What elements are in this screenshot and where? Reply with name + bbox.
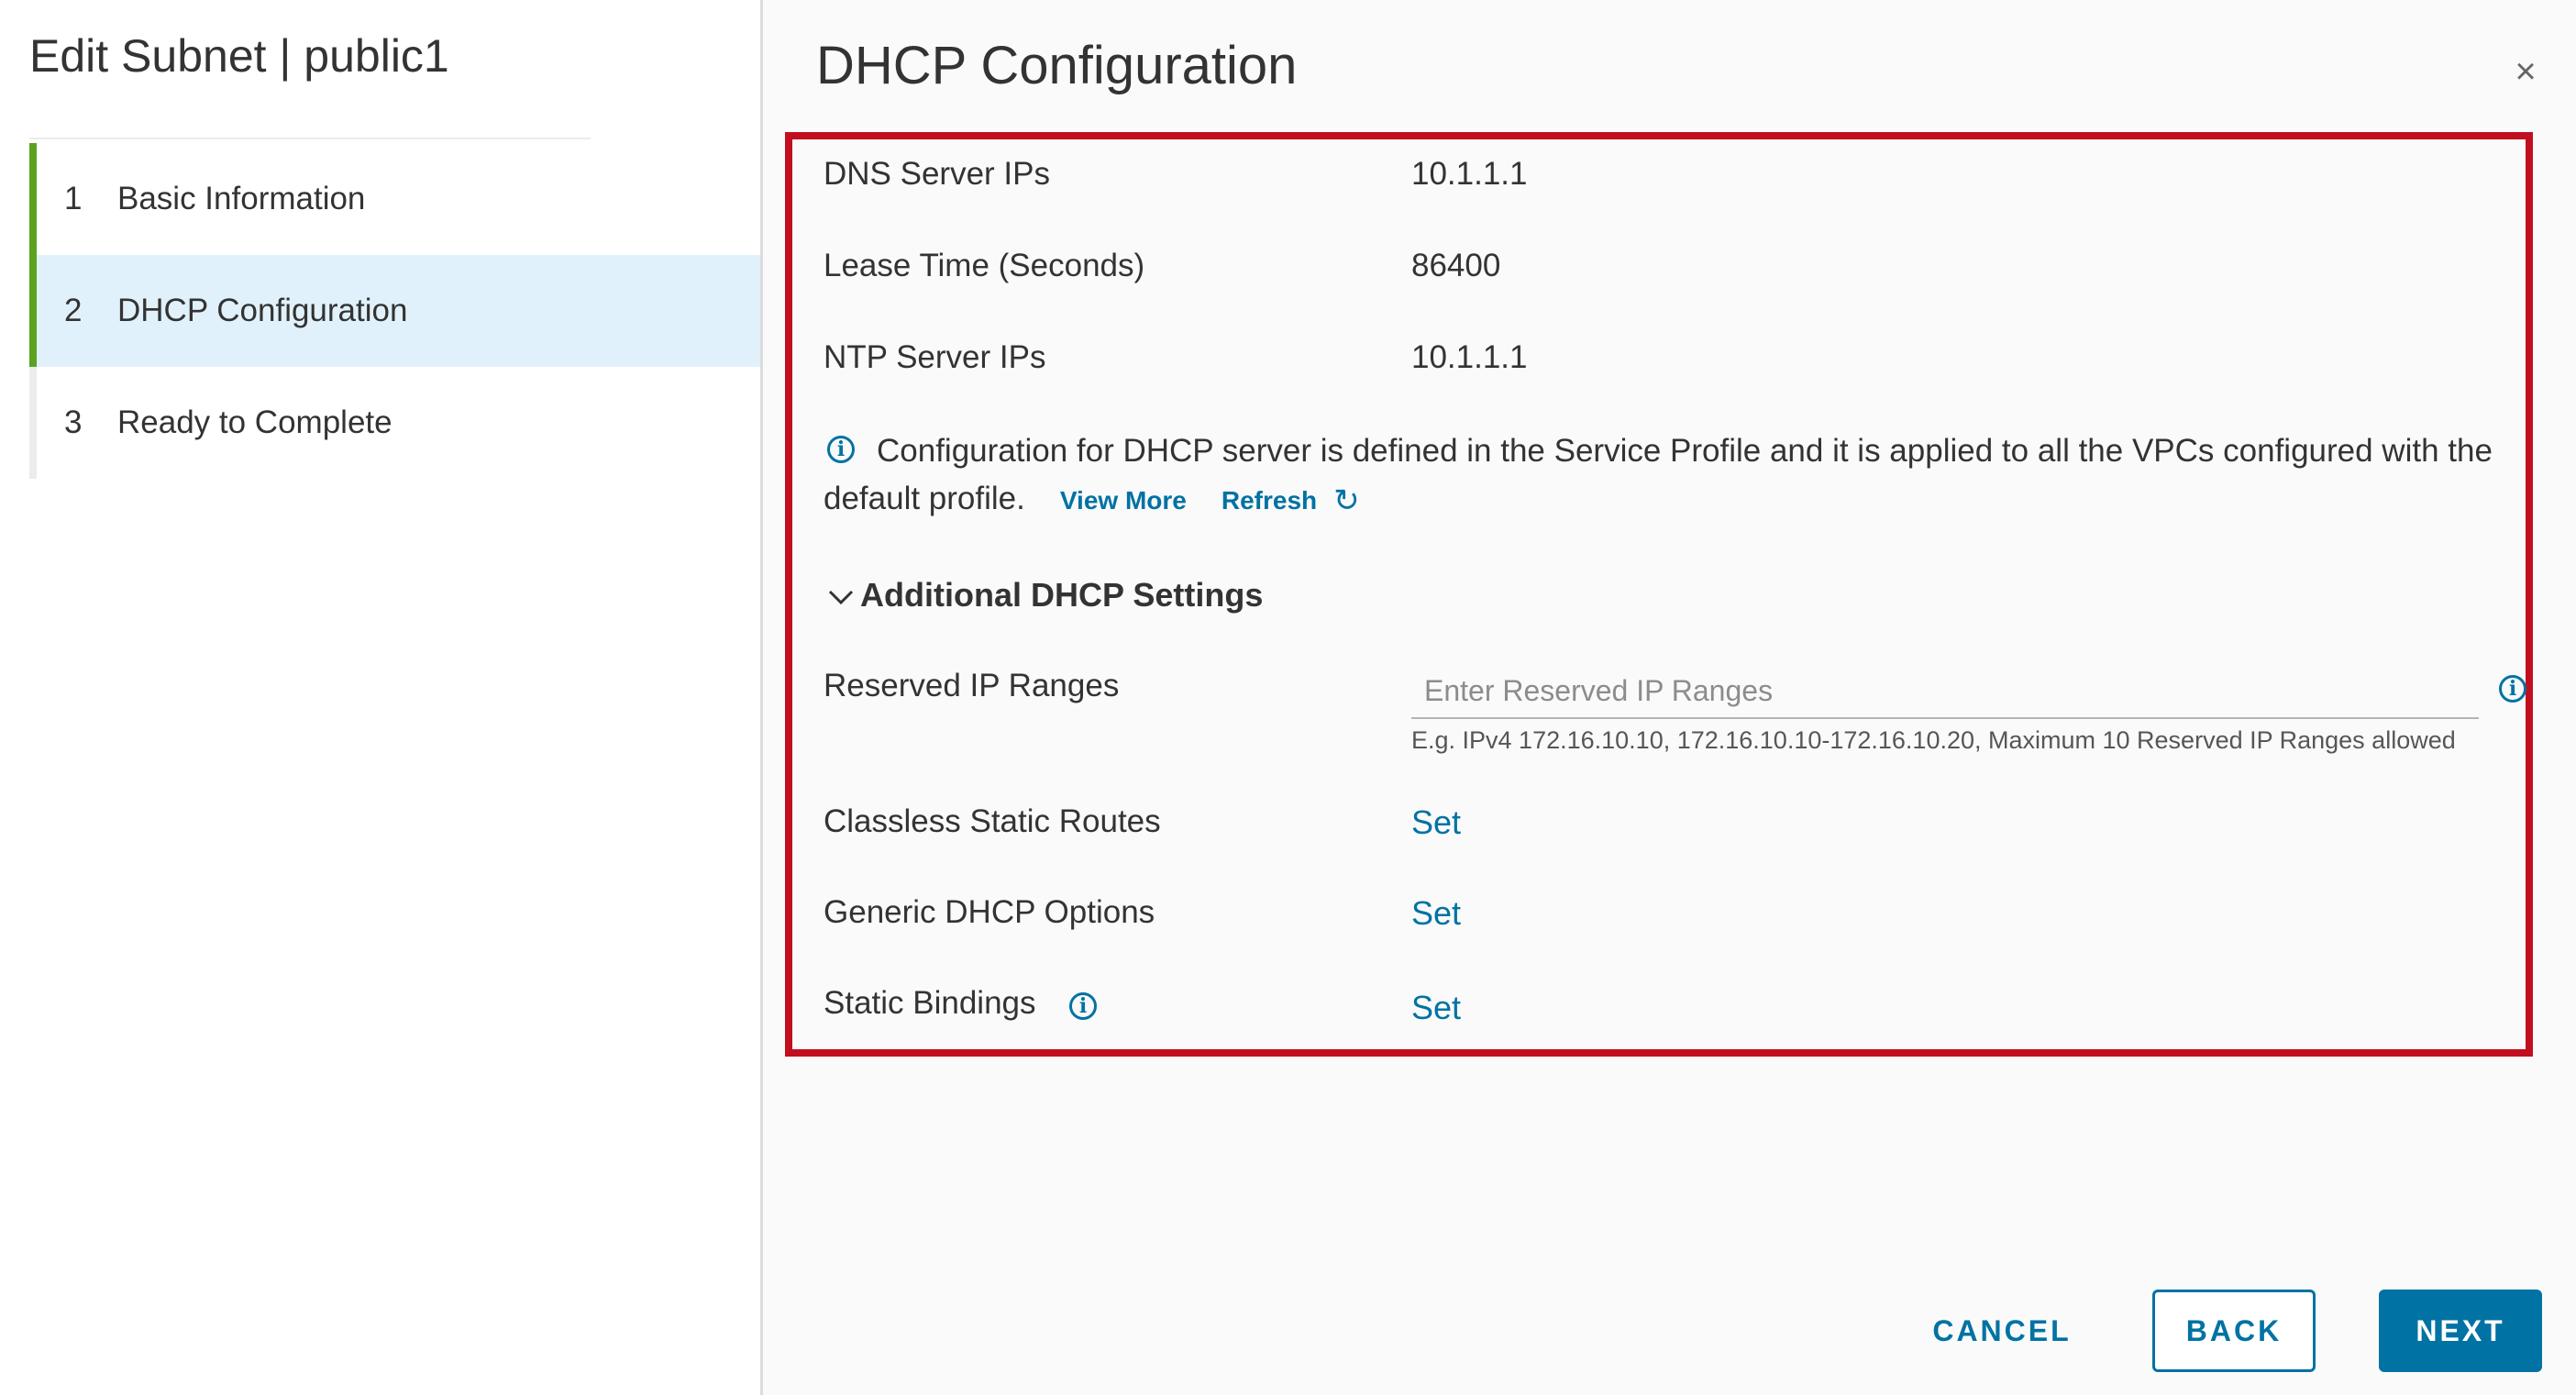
- step-basic-information[interactable]: 1 Basic Information: [29, 143, 760, 255]
- lease-time-label: Lease Time (Seconds): [824, 248, 1145, 283]
- step-number: 2: [64, 293, 83, 328]
- refresh-icon[interactable]: ↻: [1333, 477, 1360, 525]
- ntp-server-ips-label: NTP Server IPs: [824, 339, 1046, 375]
- refresh-link[interactable]: Refresh: [1222, 486, 1317, 515]
- info-icon[interactable]: i: [2499, 675, 2526, 703]
- wizard-sidebar: Edit Subnet | public1 1 Basic Informatio…: [0, 0, 760, 1395]
- step-dhcp-configuration[interactable]: 2 DHCP Configuration: [29, 255, 760, 367]
- step-number: 1: [64, 181, 83, 216]
- additional-dhcp-settings-toggle[interactable]: Additional DHCP Settings: [827, 576, 1263, 614]
- section-title: Additional DHCP Settings: [860, 576, 1264, 614]
- generic-dhcp-options-set-link[interactable]: Set: [1411, 894, 1461, 933]
- dns-server-ips-value: 10.1.1.1: [1411, 156, 1528, 192]
- next-button[interactable]: NEXT: [2379, 1290, 2542, 1372]
- content-pane: DHCP Configuration × DNS Server IPs 10.1…: [763, 0, 2576, 1395]
- step-number: 3: [64, 404, 83, 440]
- reserved-ip-ranges-helper: E.g. IPv4 172.16.10.10, 172.16.10.10-172…: [1411, 726, 2456, 754]
- step-label: DHCP Configuration: [117, 293, 408, 328]
- step-ready-to-complete[interactable]: 3 Ready to Complete: [29, 367, 760, 479]
- static-bindings-label: Static Bindings: [824, 985, 1036, 1021]
- generic-dhcp-options-label: Generic DHCP Options: [824, 894, 1155, 930]
- dns-server-ips-label: DNS Server IPs: [824, 156, 1050, 192]
- chevron-down-icon: [827, 576, 855, 614]
- reserved-ip-ranges-input[interactable]: [1411, 664, 2479, 719]
- reserved-ip-ranges-label: Reserved IP Ranges: [824, 668, 1120, 703]
- step-label: Ready to Complete: [117, 404, 392, 440]
- lease-time-value: 86400: [1411, 248, 1501, 283]
- classless-static-routes-set-link[interactable]: Set: [1411, 803, 1461, 842]
- info-icon[interactable]: i: [1069, 992, 1097, 1020]
- static-bindings-set-link[interactable]: Set: [1411, 989, 1461, 1027]
- close-icon[interactable]: ×: [2505, 51, 2546, 92]
- ntp-server-ips-value: 10.1.1.1: [1411, 339, 1528, 375]
- classless-static-routes-label: Classless Static Routes: [824, 803, 1161, 839]
- cancel-button[interactable]: CANCEL: [1910, 1290, 2094, 1372]
- back-button[interactable]: BACK: [2152, 1290, 2316, 1372]
- wizard-title: Edit Subnet | public1: [29, 30, 449, 82]
- page-title: DHCP Configuration: [816, 36, 1298, 95]
- step-label: Basic Information: [117, 181, 366, 216]
- view-more-link[interactable]: View More: [1060, 486, 1187, 515]
- title-divider: [29, 138, 591, 139]
- wizard-steps: 1 Basic Information 2 DHCP Configuration…: [29, 143, 760, 479]
- service-profile-info: Configuration for DHCP server is defined…: [824, 427, 2520, 525]
